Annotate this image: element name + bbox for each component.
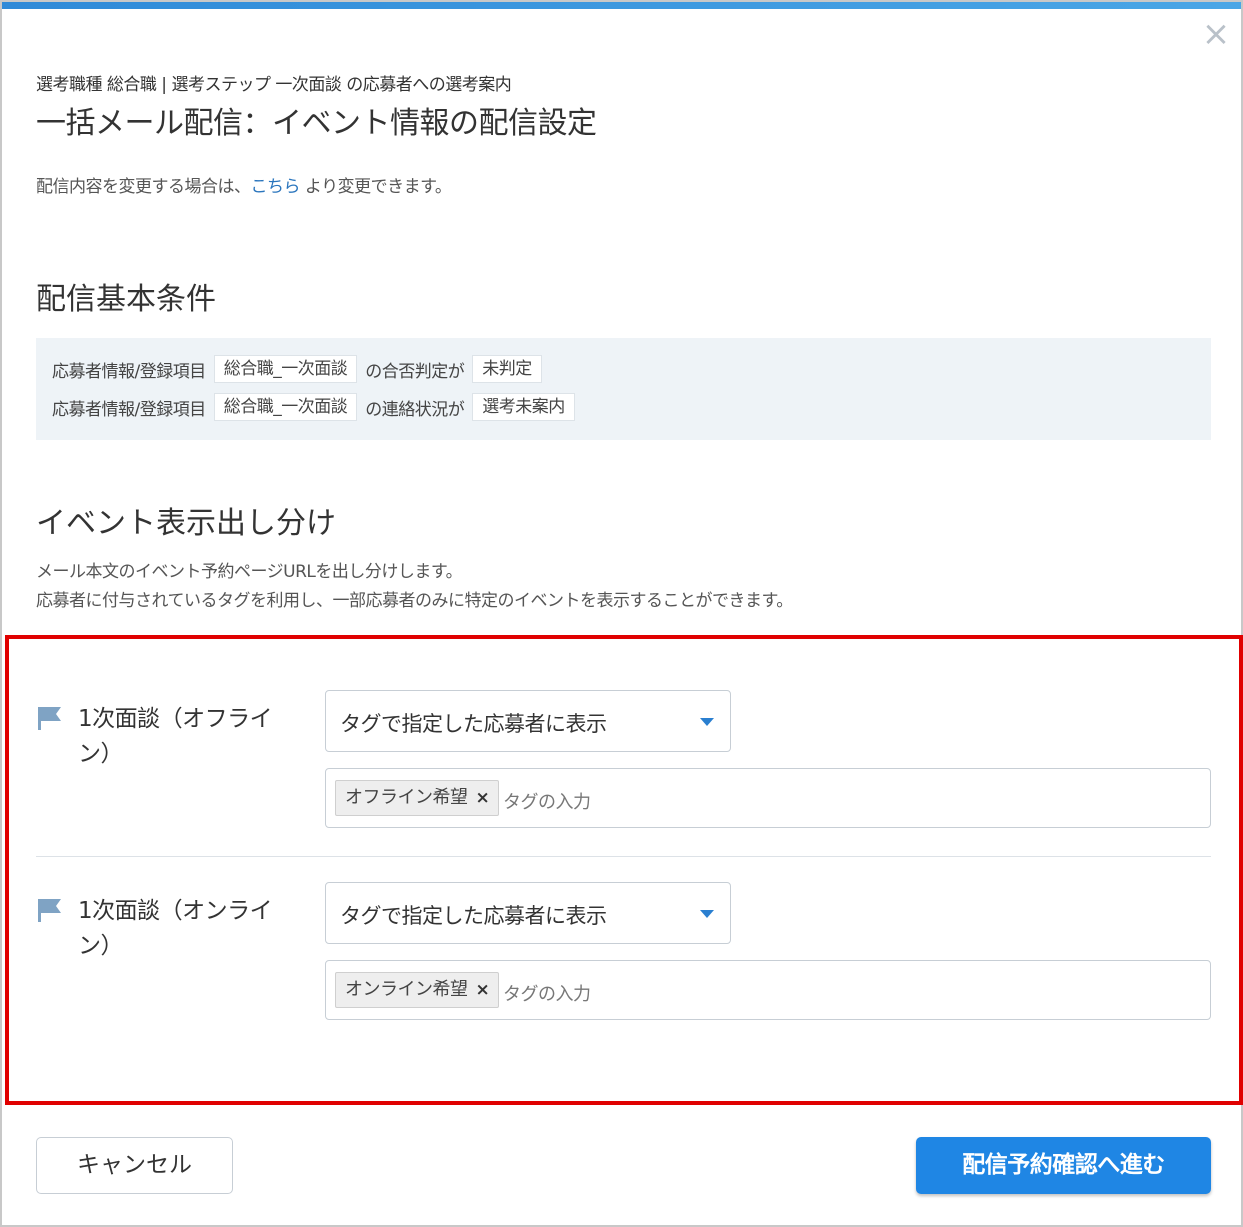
tag-input-placeholder: タグの入力 xyxy=(503,984,591,1005)
event-delivery-dialog: × 選考職種 総合職 | 選考ステップ 一次面談 の応募者への選考案内 一括メー… xyxy=(0,0,1243,1227)
event-display-title: イベント表示出し分け xyxy=(36,506,336,541)
event-name: 1次面談（オンライン） xyxy=(78,898,273,959)
condition-row: 応募者情報/登録項目 総合職_一次面談 の合否判定が 未判定 xyxy=(52,354,1195,384)
dialog-accent-bar xyxy=(2,2,1241,9)
condition-value-chip: 未判定 xyxy=(472,355,542,383)
intro-text-after: より変更できます。 xyxy=(300,177,452,197)
change-content-link[interactable]: こちら xyxy=(251,177,301,197)
tag-input[interactable]: オフライン希望 × タグの入力 xyxy=(325,768,1211,828)
conditions-box: 応募者情報/登録項目 総合職_一次面談 の合否判定が 未判定 応募者情報/登録項… xyxy=(36,338,1211,440)
condition-field: 応募者情報/登録項目 xyxy=(52,361,206,382)
event-name: 1次面談（オフライン） xyxy=(78,706,273,767)
condition-row: 応募者情報/登録項目 総合職_一次面談 の連絡状況が 選考未案内 xyxy=(52,392,1195,422)
intro-text: 配信内容を変更する場合は、こちら より変更できます。 xyxy=(36,172,452,197)
condition-item-chip: 総合職_一次面談 xyxy=(213,393,358,421)
cancel-button[interactable]: キャンセル xyxy=(36,1137,233,1194)
select-value: タグで指定した応募者に表示 xyxy=(340,712,607,736)
description-line-1: メール本文のイベント予約ページURLを出し分けします。 xyxy=(36,562,463,582)
proceed-to-confirm-button[interactable]: 配信予約確認へ進む xyxy=(916,1137,1211,1194)
flag-icon xyxy=(38,899,61,922)
condition-field: 応募者情報/登録項目 xyxy=(52,399,206,420)
tag-remove-icon[interactable]: × xyxy=(476,788,490,808)
breadcrumb: 選考職種 総合職 | 選考ステップ 一次面談 の応募者への選考案内 xyxy=(36,75,512,95)
page-title: 一括メール配信：イベント情報の配信設定 xyxy=(36,106,597,141)
display-mode-select[interactable]: タグで指定した応募者に表示 xyxy=(325,882,731,944)
tag-chip: オフライン希望 × xyxy=(335,780,500,816)
tag-input[interactable]: オンライン希望 × タグの入力 xyxy=(325,960,1211,1020)
tag-label: オンライン希望 xyxy=(345,979,468,1000)
select-value: タグで指定した応募者に表示 xyxy=(340,904,607,928)
chevron-down-icon xyxy=(700,910,714,918)
close-icon[interactable]: × xyxy=(1201,17,1231,51)
basic-conditions-title: 配信基本条件 xyxy=(36,282,216,317)
condition-item-chip: 総合職_一次面談 xyxy=(213,355,358,383)
condition-predicate: の合否判定が xyxy=(365,361,465,382)
intro-text-before: 配信内容を変更する場合は、 xyxy=(36,177,251,197)
tag-input-placeholder: タグの入力 xyxy=(503,792,591,813)
event-display-description: メール本文のイベント予約ページURLを出し分けします。 応募者に付与されているタ… xyxy=(36,558,793,616)
chevron-down-icon xyxy=(700,718,714,726)
display-mode-select[interactable]: タグで指定した応募者に表示 xyxy=(325,690,731,752)
condition-predicate: の連絡状況が xyxy=(365,399,465,420)
description-line-2: 応募者に付与されているタグを利用し、一部応募者のみに特定のイベントを表示すること… xyxy=(36,591,793,611)
flag-icon xyxy=(38,707,61,730)
tag-label: オフライン希望 xyxy=(345,787,468,808)
tag-remove-icon[interactable]: × xyxy=(476,980,490,1000)
condition-value-chip: 選考未案内 xyxy=(472,393,575,421)
tag-chip: オンライン希望 × xyxy=(335,972,500,1008)
event-divider xyxy=(36,856,1211,857)
